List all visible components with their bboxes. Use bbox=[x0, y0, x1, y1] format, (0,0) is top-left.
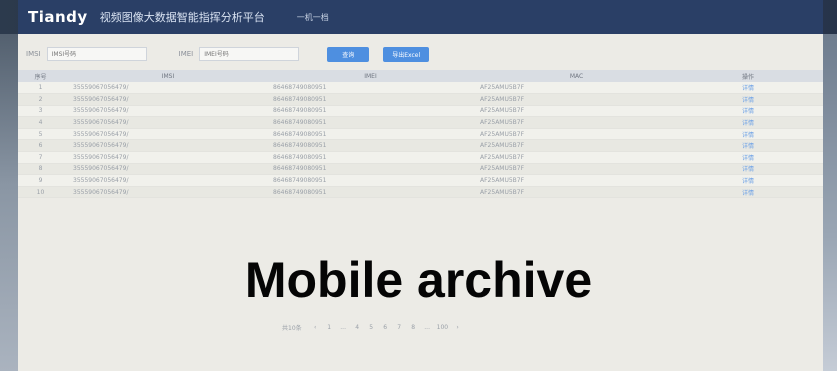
row-mac: AF25AMU5B7F bbox=[468, 116, 673, 129]
pager-page[interactable]: 100 bbox=[437, 324, 448, 331]
row-seq: 6 bbox=[18, 139, 63, 153]
row-imsi: 35559067056479/ bbox=[63, 186, 263, 199]
col-header-mac[interactable]: MAC bbox=[468, 70, 673, 82]
detail-link[interactable]: 详情 bbox=[673, 186, 823, 199]
row-imsi: 35559067056479/ bbox=[63, 128, 263, 141]
row-mac: AF25AMU5B7F bbox=[468, 186, 673, 199]
detail-link[interactable]: 详情 bbox=[673, 163, 823, 176]
app-logo: Tiandy bbox=[28, 8, 88, 26]
row-imei: 86468749080951 bbox=[263, 186, 468, 199]
table-row[interactable]: 3 35559067056479/86468749080951 AF25AMU5B7… bbox=[18, 105, 823, 118]
row-mac: AF25AMU5B7F bbox=[468, 163, 673, 176]
row-seq: 1 bbox=[18, 82, 63, 95]
pager-page[interactable]: 1 bbox=[325, 324, 334, 331]
table-row[interactable]: 4 35559067056479/86468749080951 AF25AMU5B7… bbox=[18, 116, 823, 129]
table-row[interactable]: 2 35559067056479/86468749080951 AF25AMU5B7… bbox=[18, 93, 823, 106]
row-seq: 8 bbox=[18, 163, 63, 176]
detail-link[interactable]: 详情 bbox=[673, 174, 823, 187]
table-row[interactable]: 6 35559067056479/86468749080951 AF25AMU5B7… bbox=[18, 139, 823, 153]
row-imei: 86468749080951 bbox=[263, 105, 468, 118]
pagination: 共10条 ‹ 1 ... 4 5 6 7 8 ... 100 › bbox=[282, 323, 462, 332]
row-mac: AF25AMU5B7F bbox=[468, 128, 673, 141]
top-bar: Tiandy 视频图像大数据智能指挥分析平台 一机一档 bbox=[18, 0, 823, 34]
detail-link[interactable]: 详情 bbox=[673, 139, 823, 153]
col-header-operation: 操作 bbox=[673, 70, 823, 82]
imei-input[interactable] bbox=[199, 47, 300, 61]
table-row[interactable]: 1 35559067056479/86468749080951 AF25AMU5B7… bbox=[18, 82, 823, 95]
row-seq: 9 bbox=[18, 174, 63, 187]
search-button[interactable]: 查询 bbox=[327, 46, 370, 62]
user-label[interactable]: 一机一档 bbox=[297, 12, 329, 23]
row-imei: 86468749080951 bbox=[263, 116, 468, 129]
imsi-label: IMSI bbox=[26, 50, 41, 58]
table-row[interactable]: 8 35559067056479/86468749080951 AF25AMU5B7… bbox=[18, 163, 823, 176]
detail-link[interactable]: 详情 bbox=[673, 93, 823, 106]
table-row[interactable]: 7 35559067056479/86468749080951 AF25AMU5B7… bbox=[18, 151, 823, 164]
col-header-seq[interactable]: 序号 bbox=[18, 70, 63, 82]
col-header-imsi[interactable]: IMSI bbox=[63, 70, 263, 82]
pager-page[interactable]: 8 bbox=[409, 324, 418, 331]
row-imei: 86468749080951 bbox=[263, 128, 468, 141]
row-seq: 4 bbox=[18, 116, 63, 129]
col-header-imei[interactable]: IMEI bbox=[263, 70, 468, 82]
overlay-title: Mobile archive bbox=[244, 252, 593, 308]
row-imsi: 35559067056479/ bbox=[63, 163, 263, 176]
row-seq: 2 bbox=[18, 93, 63, 106]
backdrop-right bbox=[823, 34, 837, 371]
detail-link[interactable]: 详情 bbox=[673, 82, 823, 95]
pager-ellipsis: ... bbox=[424, 324, 430, 331]
row-imei: 86468749080951 bbox=[263, 163, 468, 176]
pager-ellipsis: ... bbox=[340, 324, 346, 331]
imei-label: IMEI bbox=[178, 50, 194, 58]
pager-page[interactable]: 4 bbox=[353, 324, 362, 331]
platform-title: 视频图像大数据智能指挥分析平台 bbox=[99, 11, 265, 24]
row-mac: AF25AMU5B7F bbox=[468, 139, 673, 153]
row-seq: 10 bbox=[18, 186, 63, 199]
backdrop-left bbox=[0, 34, 18, 371]
row-imei: 86468749080951 bbox=[263, 139, 468, 153]
pager-prev[interactable]: ‹ bbox=[311, 324, 320, 331]
row-seq: 3 bbox=[18, 105, 63, 118]
row-mac: AF25AMU5B7F bbox=[468, 174, 673, 187]
row-mac: AF25AMU5B7F bbox=[468, 82, 673, 95]
detail-link[interactable]: 详情 bbox=[673, 151, 823, 164]
pager-page[interactable]: 6 bbox=[381, 324, 390, 331]
row-imei: 86468749080951 bbox=[263, 93, 468, 106]
row-mac: AF25AMU5B7F bbox=[468, 151, 673, 164]
table-row[interactable]: 5 35559067056479/86468749080951 AF25AMU5B7… bbox=[18, 128, 823, 141]
table-row[interactable]: 9 35559067056479/86468749080951 AF25AMU5B7… bbox=[18, 174, 823, 187]
row-mac: AF25AMU5B7F bbox=[468, 105, 673, 118]
detail-link[interactable]: 详情 bbox=[673, 128, 823, 141]
table-header-row: 序号 IMSI IMEI MAC 操作 bbox=[18, 70, 823, 82]
row-imei: 86468749080951 bbox=[263, 174, 468, 187]
filter-bar: IMSI IMEI 查询 导出Excel bbox=[18, 41, 823, 67]
row-seq: 5 bbox=[18, 128, 63, 141]
detail-link[interactable]: 详情 bbox=[673, 116, 823, 129]
detail-link[interactable]: 详情 bbox=[673, 105, 823, 118]
row-imsi: 35559067056479/ bbox=[63, 93, 263, 106]
pager-page[interactable]: 7 bbox=[395, 324, 404, 331]
app-window: Tiandy 视频图像大数据智能指挥分析平台 一机一档 IMSI IMEI 查询… bbox=[18, 0, 823, 371]
row-imsi: 35559067056479/ bbox=[63, 116, 263, 129]
pager-page[interactable]: 5 bbox=[367, 324, 376, 331]
row-imsi: 35559067056479/ bbox=[63, 174, 263, 187]
row-imsi: 35559067056479/ bbox=[63, 139, 263, 153]
row-seq: 7 bbox=[18, 151, 63, 164]
row-imei: 86468749080951 bbox=[263, 151, 468, 164]
row-imsi: 35559067056479/ bbox=[63, 151, 263, 164]
imsi-input[interactable] bbox=[46, 47, 147, 61]
table-row[interactable]: 10 35559067056479/86468749080951 AF25AMU5B… bbox=[18, 186, 823, 199]
pager-total: 共10条 bbox=[282, 325, 302, 332]
pager-next[interactable]: › bbox=[453, 324, 462, 331]
row-imsi: 35559067056479/ bbox=[63, 82, 263, 95]
export-excel-button[interactable]: 导出Excel bbox=[383, 46, 430, 62]
row-imei: 86468749080951 bbox=[263, 82, 468, 95]
device-table: 序号 IMSI IMEI MAC 操作 1 35559067056479/8646… bbox=[18, 70, 823, 199]
row-imsi: 35559067056479/ bbox=[63, 105, 263, 118]
row-mac: AF25AMU5B7F bbox=[468, 93, 673, 106]
